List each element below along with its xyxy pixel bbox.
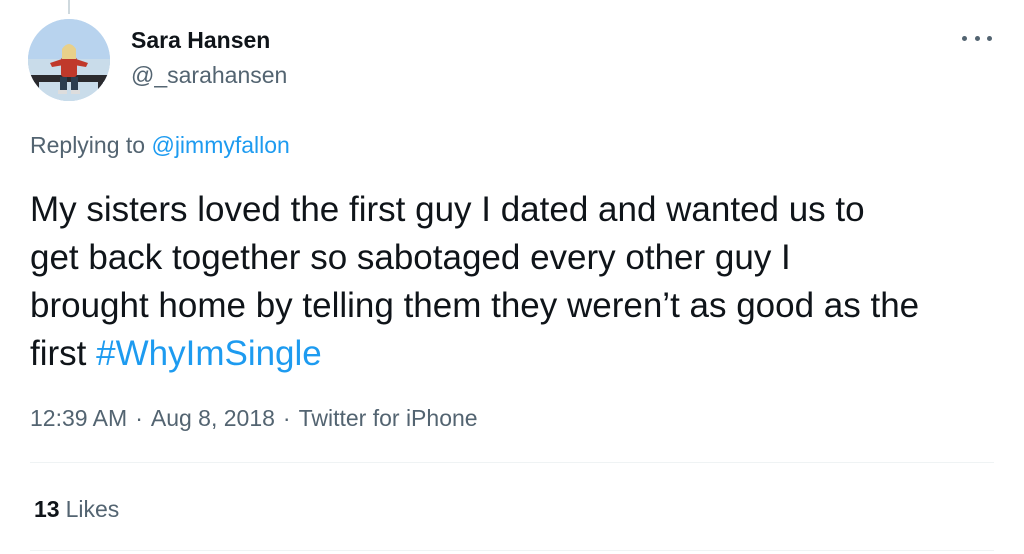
tweet-date[interactable]: Aug 8, 2018 [151, 405, 275, 431]
tweet-meta: 12:39 AM · Aug 8, 2018 · Twitter for iPhone [30, 405, 478, 432]
thread-connector-line [68, 0, 70, 14]
more-horizontal-icon[interactable] [962, 26, 992, 50]
more-dot [974, 35, 980, 41]
replying-to-label: Replying to [30, 132, 146, 158]
more-dot [987, 35, 992, 41]
likes-label: Likes [65, 496, 120, 522]
replying-to: Replying to @jimmyfallon [30, 132, 290, 159]
tweet-text-line: brought home by telling them they weren’… [30, 286, 920, 325]
tweet-text-line: My sisters loved the first guy I dated a… [30, 190, 865, 229]
author-display-name[interactable]: Sara Hansen [131, 27, 270, 54]
tweet-text-line-last: first #WhyImSingle [30, 330, 1005, 378]
reply-mention-link[interactable]: @jimmyfallon [151, 132, 289, 158]
more-dot [962, 35, 967, 41]
tweet-detail: Sara Hansen @_sarahansen Replying to @ji… [0, 0, 1024, 554]
avatar[interactable] [28, 19, 110, 101]
likes-count: 13 [34, 496, 60, 522]
divider [30, 550, 994, 551]
hashtag-link[interactable]: #WhyImSingle [96, 334, 322, 373]
tweet-text-line: get back together so sabotaged every oth… [30, 238, 791, 277]
author-handle[interactable]: @_sarahansen [131, 62, 287, 89]
tweet-time[interactable]: 12:39 AM [30, 405, 127, 431]
meta-separator: · [135, 405, 143, 431]
likes-stat[interactable]: 13 Likes [34, 496, 119, 523]
divider [30, 462, 994, 463]
tweet-text: My sisters loved the first guy I dated a… [30, 186, 1005, 378]
meta-separator: · [282, 405, 291, 431]
tweet-source[interactable]: Twitter for iPhone [299, 405, 478, 431]
tweet-text-fragment: first [30, 334, 87, 373]
